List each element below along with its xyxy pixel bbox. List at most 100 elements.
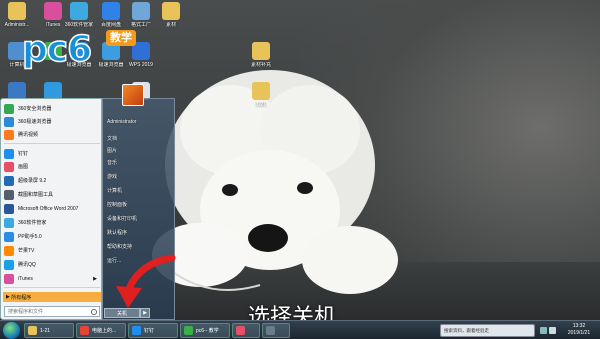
menu-separator bbox=[4, 143, 100, 144]
dingtalk-icon bbox=[4, 148, 14, 159]
search-icon bbox=[91, 308, 97, 315]
browser-icon bbox=[184, 326, 193, 335]
chrome-icon bbox=[80, 326, 89, 335]
start-menu-place-item[interactable]: 文档 bbox=[107, 135, 173, 142]
start-menu-item-label: 芒果TV bbox=[18, 248, 35, 254]
start-menu-item-label: 360极速浏览器 bbox=[18, 119, 52, 125]
search-placeholder: 搜索程序和文件 bbox=[8, 309, 44, 315]
menu-separator bbox=[4, 287, 100, 288]
desktop-icon[interactable]: 素材补充 bbox=[244, 42, 278, 68]
desktop-icon-label: 素材 bbox=[165, 22, 176, 28]
start-menu-place-item[interactable]: 游戏 bbox=[107, 173, 173, 180]
pc6-logo: pc6 教学 bbox=[21, 28, 142, 74]
taskbar-button-label: 1-21 bbox=[40, 327, 51, 334]
taskbar-button[interactable]: 1-21 bbox=[24, 323, 74, 338]
start-menu-item[interactable]: 画图 bbox=[4, 160, 100, 173]
start-search-input[interactable]: 搜索程序和文件 bbox=[4, 306, 100, 317]
start-menu-item-label: PP助手5.0 bbox=[18, 234, 42, 240]
taskbar-search-input[interactable]: 搜索资料，跟着经验走 bbox=[440, 324, 535, 337]
start-menu-place-item[interactable]: 默认程序 bbox=[107, 229, 173, 236]
start-menu-item[interactable]: 腾讯视频 bbox=[4, 128, 100, 141]
taskbar-button-label: 钉钉 bbox=[144, 328, 155, 334]
tray-network-icon[interactable] bbox=[540, 327, 547, 334]
taskbar-button[interactable]: 钉钉 bbox=[128, 323, 178, 338]
start-menu-item[interactable]: iTunes ▶ bbox=[4, 272, 100, 285]
taskbar: 1-21 电脑上的... 钉钉 pc6-- 教学 搜索资料，跟着经验走 13:32 2… bbox=[0, 320, 600, 339]
desktop-icon-label: 素材补充 bbox=[250, 62, 271, 68]
start-menu-item-label: 画图 bbox=[18, 164, 29, 170]
start-menu-item-label: 360安全浏览器 bbox=[18, 106, 52, 112]
app-icon bbox=[266, 326, 275, 335]
baidu-netdisk-icon bbox=[102, 2, 120, 20]
clock-date: 2019/1/21 bbox=[567, 330, 591, 336]
screen-recorder-icon bbox=[4, 175, 14, 186]
paint-icon bbox=[4, 161, 14, 172]
360-manager-icon bbox=[70, 2, 88, 20]
360-manager-icon bbox=[4, 217, 14, 228]
qq-icon bbox=[4, 259, 14, 270]
start-menu-item-label: 钉钉 bbox=[18, 151, 29, 157]
all-programs-button[interactable]: ▶ 所有程序 bbox=[3, 292, 101, 302]
start-menu-item[interactable]: 超级录屏 9.2 bbox=[4, 174, 100, 187]
taskbar-button[interactable]: 电脑上的... bbox=[76, 323, 126, 338]
start-menu-item[interactable]: 钉钉 bbox=[4, 147, 100, 160]
360-speed-browser-icon bbox=[4, 116, 14, 127]
desktop-icon[interactable]: 格式工厂 bbox=[124, 2, 158, 28]
taskbar-search-text: 搜索资料，跟着经验走 bbox=[444, 327, 489, 333]
paint-icon bbox=[236, 326, 245, 335]
user-avatar[interactable] bbox=[122, 84, 144, 106]
start-menu-item[interactable]: 腾讯QQ bbox=[4, 258, 100, 271]
start-menu-place-item[interactable]: 图片 bbox=[107, 147, 173, 154]
taskbar-button[interactable] bbox=[262, 323, 290, 338]
start-menu-item-label: 360软件管家 bbox=[18, 220, 47, 226]
submenu-arrow-icon: ▶ bbox=[93, 275, 97, 282]
folder-icon bbox=[162, 2, 180, 20]
format-factory-icon bbox=[132, 2, 150, 20]
start-menu-item-label: 截图和草图工具 bbox=[18, 192, 54, 198]
start-menu-place-item[interactable]: 设备和打印机 bbox=[107, 215, 173, 222]
itunes-icon bbox=[44, 2, 62, 20]
start-menu-item-label: 腾讯QQ bbox=[18, 262, 36, 268]
start-menu-item[interactable]: PP助手5.0 bbox=[4, 230, 100, 243]
snipping-icon bbox=[4, 189, 14, 200]
start-menu-item[interactable]: 360软件管家 bbox=[4, 216, 100, 229]
start-menu-item-label: iTunes bbox=[18, 275, 33, 282]
start-menu-item[interactable]: 360极速浏览器 bbox=[4, 115, 100, 128]
start-menu-item[interactable]: 芒果TV bbox=[4, 244, 100, 257]
start-menu-item-label: 超级录屏 9.2 bbox=[18, 178, 47, 184]
taskbar-button[interactable] bbox=[232, 323, 260, 338]
taskbar-clock[interactable]: 13:32 2019/1/21 bbox=[560, 323, 598, 337]
start-menu-item[interactable]: 360安全浏览器 bbox=[4, 102, 100, 115]
start-orb-button[interactable] bbox=[3, 322, 20, 339]
start-menu-place-item[interactable]: 帮助和支持 bbox=[107, 243, 173, 250]
taskbar-button[interactable]: pc6-- 教学 bbox=[180, 323, 230, 338]
word-icon bbox=[4, 203, 14, 214]
start-menu-place-item[interactable]: 控制面板 bbox=[107, 201, 173, 208]
taskbar-button-label: pc6-- 教学 bbox=[196, 328, 219, 334]
pp-assistant-icon bbox=[4, 231, 14, 242]
start-menu-item[interactable]: Microsoft Office Word 2007 bbox=[4, 202, 100, 215]
desktop-icon[interactable]: 素材 bbox=[154, 2, 188, 28]
folder-icon bbox=[252, 82, 270, 100]
dingtalk-icon bbox=[132, 326, 141, 335]
clock-time: 13:32 bbox=[572, 323, 586, 329]
start-menu-place-item[interactable]: 计算机 bbox=[107, 187, 173, 194]
all-programs-label: 所有程序 bbox=[11, 294, 32, 301]
start-menu-item[interactable]: 截图和草图工具 bbox=[4, 188, 100, 201]
taskbar-button-label: 电脑上的... bbox=[92, 328, 117, 334]
tray-volume-icon[interactable] bbox=[549, 327, 556, 334]
tencent-video-icon bbox=[4, 129, 14, 140]
start-menu-place-item[interactable]: Administrator bbox=[107, 119, 173, 125]
red-annotation-arrow-icon bbox=[116, 254, 176, 308]
desktop-icon-label: 1-21 bbox=[255, 102, 266, 108]
desktop-icon[interactable]: 百度网盘 bbox=[94, 2, 128, 28]
360-browser-icon bbox=[4, 103, 14, 114]
desktop-icon[interactable]: 1-21 bbox=[244, 82, 278, 108]
start-menu-item-label: 腾讯视频 bbox=[18, 132, 39, 138]
folder-icon bbox=[252, 42, 270, 60]
start-menu-place-item[interactable]: 音乐 bbox=[107, 159, 173, 166]
itunes-icon bbox=[4, 273, 14, 284]
logo-badge: 教学 bbox=[106, 30, 136, 46]
desktop-icon[interactable]: Administr... bbox=[0, 2, 34, 28]
desktop-icon[interactable]: 360软件管家 bbox=[62, 2, 96, 28]
